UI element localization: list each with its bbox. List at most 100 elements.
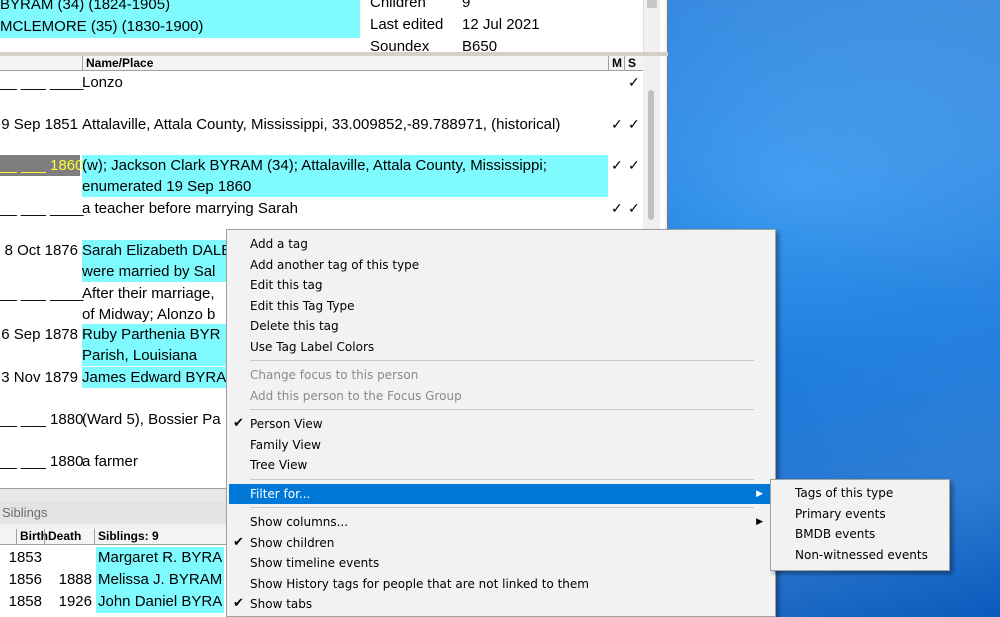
siblings-tab[interactable]: Siblings — [0, 502, 240, 524]
s-check-icon: ✓ — [628, 200, 640, 216]
family-summary-pane: BYRAM (34) (1824-1905) MCLEMORE (35) (18… — [0, 0, 665, 52]
date-column-header[interactable] — [0, 56, 82, 71]
last-edited-label: Last edited — [370, 16, 444, 33]
menu-item-label: Family View — [250, 437, 321, 452]
top-scrollbar[interactable] — [643, 0, 660, 52]
event-date: __ ___ 1880 — [0, 411, 84, 428]
menu-separator — [250, 409, 754, 410]
menu-item-delete-this-tag[interactable]: Delete this tag — [229, 316, 773, 336]
menu-item-add-this-person-to-the-focus-group: Add this person to the Focus Group — [229, 386, 773, 406]
event-date: 3 Nov 1879 — [1, 369, 78, 386]
menu-item-show-children[interactable]: ✔ Show children — [229, 533, 773, 553]
menu-item-family-view[interactable]: Family View — [229, 435, 773, 455]
s-check-icon: ✓ — [628, 157, 640, 173]
m-check-icon: ✓ — [611, 157, 623, 173]
s-check-icon: ✓ — [628, 116, 640, 132]
menu-item-label: Person View — [250, 417, 323, 431]
s-check-icon: ✓ — [628, 74, 640, 90]
soundex-value: B650 — [462, 38, 498, 52]
top-scrollbar-thumb[interactable] — [647, 0, 657, 8]
event-date: __ ___ ____ — [0, 200, 84, 217]
menu-item-filter-for[interactable]: Filter for... ▶ — [229, 483, 773, 504]
sibling-death: 1888 — [58, 571, 92, 588]
menu-item-use-tag-label-colors[interactable]: Use Tag Label Colors — [229, 337, 773, 357]
m-check-icon: ✓ — [611, 200, 623, 216]
sibling-name: John Daniel BYRA — [96, 591, 224, 613]
event-date: __ ___ 1860 — [0, 155, 84, 176]
menu-item-label: Add this person to the Focus Group — [250, 388, 462, 403]
sibling-name: Melissa J. BYRAM — [96, 569, 224, 591]
menu-item-label: Filter for... — [250, 486, 311, 501]
menu-item-label: Use Tag Label Colors — [250, 339, 375, 354]
children-value: 9 — [462, 0, 471, 11]
death-column-header[interactable]: Death — [44, 529, 94, 545]
event-date: __ ___ 1880 — [0, 453, 84, 470]
menu-item-label: Show children — [250, 535, 335, 550]
last-edited-value: 12 Jul 2021 — [462, 16, 540, 33]
menu-item-edit-this-tag-type[interactable]: Edit this Tag Type — [229, 296, 773, 316]
event-date: 9 Sep 1851 — [1, 116, 78, 133]
event-text: a teacher before marrying Sarah — [82, 200, 298, 217]
sibling-birth: 1856 — [8, 571, 42, 588]
menu-item-show-tabs[interactable]: ✔ Show tabs — [229, 594, 773, 614]
sibling-birth: 1858 — [8, 593, 42, 610]
menu-item-show-timeline-events[interactable]: Show timeline events — [229, 553, 773, 573]
submenu-item-bmdb-events[interactable]: BMDB events — [773, 524, 947, 544]
event-date: 6 Sep 1878 — [1, 326, 78, 343]
menu-item-add-another-tag-of-this-type[interactable]: Add another tag of this type — [229, 255, 773, 275]
menu-item-label: Show History tags for people that are no… — [250, 576, 589, 591]
submenu-arrow-icon: ▶ — [756, 488, 763, 499]
menu-item-label: Edit this tag — [250, 278, 323, 292]
event-date: __ ___ ____ — [0, 285, 84, 302]
submenu-arrow-icon: ▶ — [756, 517, 763, 527]
menu-item-label: Add another tag of this type — [250, 257, 420, 272]
menu-item-tree-view[interactable]: Tree View — [229, 455, 773, 475]
submenu-item-non-witnessed-events[interactable]: Non-witnessed events — [773, 545, 947, 565]
menu-item-add-a-tag[interactable]: Add a tag — [229, 234, 773, 254]
menu-separator — [250, 360, 754, 361]
submenu-item-tags-of-this-type[interactable]: Tags of this type — [773, 483, 947, 503]
menu-item-show-history-tags-for-people-that-are-not-linked-to-them[interactable]: Show History tags for people that are no… — [229, 574, 773, 594]
menu-item-label: Show columns... — [250, 515, 349, 529]
checkmark-icon: ✔ — [233, 416, 244, 431]
menu-item-label: Tree View — [250, 458, 308, 472]
menu-item-edit-this-tag[interactable]: Edit this tag — [229, 275, 773, 295]
flag-column-header[interactable] — [0, 529, 16, 545]
menu-separator — [250, 478, 754, 480]
events-header: Name/Place M S — [0, 56, 643, 71]
birth-column-header[interactable]: Birth — [16, 529, 48, 545]
checkmark-icon: ✔ — [233, 534, 244, 550]
event-date: __ ___ ____ — [0, 74, 84, 91]
events-scrollbar-thumb[interactable] — [648, 90, 654, 220]
menu-item-show-columns[interactable]: Show columns... ▶ — [229, 512, 773, 532]
menu-item-label: Delete this tag — [250, 319, 339, 333]
parent-mother[interactable]: MCLEMORE (35) (1830-1900) — [0, 16, 360, 38]
siblings-header: Birth Death Siblings: 9 — [0, 529, 240, 545]
menu-separator — [250, 507, 754, 508]
menu-item-label: Change focus to this person — [250, 368, 419, 382]
menu-item-label: Edit this Tag Type — [250, 298, 355, 313]
m-column-header[interactable]: M — [608, 56, 624, 71]
menu-item-label: Show tabs — [250, 597, 313, 611]
sibling-name: Margaret R. BYRA — [96, 547, 224, 569]
event-text: (w); Jackson Clark BYRAM (34); Attalavil… — [82, 155, 608, 197]
m-check-icon: ✓ — [611, 116, 623, 132]
event-date: 8 Oct 1876 — [4, 242, 78, 259]
menu-item-label: Show timeline events — [250, 556, 380, 570]
name-place-column-header[interactable]: Name/Place — [82, 56, 608, 71]
s-column-header[interactable]: S — [624, 56, 643, 71]
sibling-death: 1926 — [58, 593, 92, 610]
filter-submenu: Tags of this type Primary events BMDB even… — [770, 479, 950, 571]
context-menu: Add a tag Add another tag of this type Edi… — [226, 229, 776, 617]
soundex-label: Soundex — [370, 38, 430, 52]
menu-item-person-view[interactable]: ✔ Person View — [229, 414, 773, 434]
menu-item-label: Add a tag — [250, 237, 308, 251]
sibling-birth: 1853 — [8, 549, 42, 566]
siblings-column-header[interactable]: Siblings: 9 — [94, 529, 240, 545]
event-text: Lonzo — [82, 74, 123, 91]
checkmark-icon: ✔ — [233, 596, 244, 611]
children-label: Children — [370, 0, 426, 11]
menu-item-change-focus-to-this-person: Change focus to this person — [229, 365, 773, 385]
parent-father[interactable]: BYRAM (34) (1824-1905) — [0, 0, 360, 16]
submenu-item-primary-events[interactable]: Primary events — [773, 504, 947, 524]
